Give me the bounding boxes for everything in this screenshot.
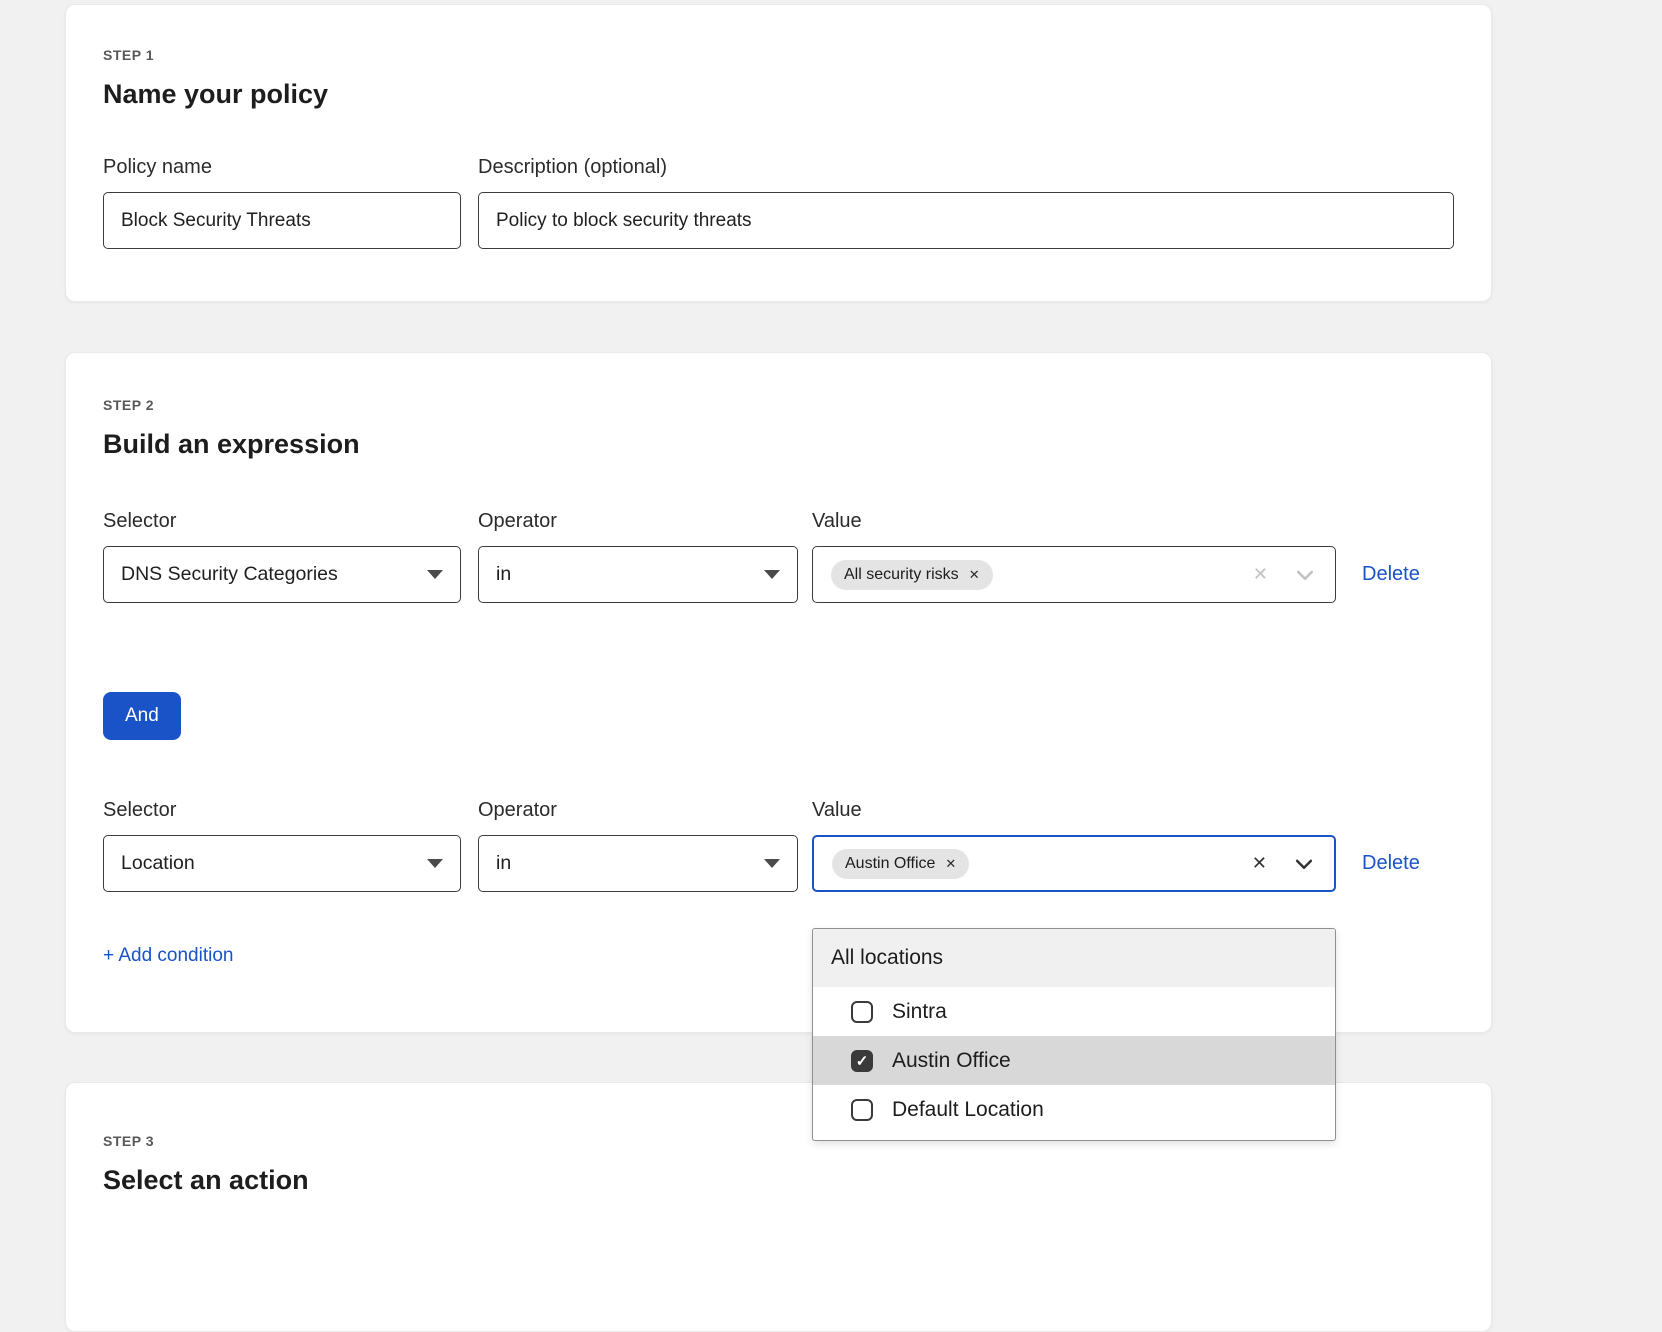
value-multiselect[interactable]: All security risks ✕ ✕ (812, 546, 1336, 603)
chevron-down-icon (764, 570, 780, 579)
chevron-down-icon (427, 570, 443, 579)
step2-title: Build an expression (103, 429, 1454, 460)
clear-value-icon[interactable]: ✕ (1252, 853, 1267, 874)
selector-dropdown-value: Location (121, 852, 195, 875)
checkbox-icon[interactable] (851, 1050, 873, 1072)
operator-dropdown-value: in (496, 852, 511, 875)
dropdown-option-sintra[interactable]: Sintra (813, 987, 1335, 1036)
value-tag: All security risks ✕ (831, 560, 993, 590)
selector-dropdown-value: DNS Security Categories (121, 563, 338, 586)
chevron-down-icon (764, 859, 780, 868)
delete-condition-link[interactable]: Delete (1362, 852, 1420, 875)
value-tag: Austin Office ✕ (832, 849, 969, 879)
description-input[interactable] (478, 192, 1454, 249)
step1-card: STEP 1 Name your policy Policy name Desc… (65, 4, 1492, 302)
chevron-up-icon[interactable] (1294, 854, 1314, 874)
chevron-down-icon[interactable] (1295, 565, 1315, 585)
step3-title: Select an action (103, 1165, 1454, 1196)
condition-row-2: Location in Austin Office ✕ ✕ Delete (103, 835, 1454, 892)
operator-dropdown[interactable]: in (478, 546, 798, 603)
selector-dropdown[interactable]: Location (103, 835, 461, 892)
description-field: Description (optional) (478, 156, 1454, 249)
value-tag-label: All security risks (844, 566, 959, 584)
add-condition-link[interactable]: + Add condition (103, 945, 233, 967)
policy-name-label: Policy name (103, 156, 461, 179)
step1-step-label: STEP 1 (103, 47, 1454, 63)
operator-dropdown[interactable]: in (478, 835, 798, 892)
value-tag-label: Austin Office (845, 855, 935, 873)
operator-dropdown-value: in (496, 563, 511, 586)
selector-dropdown[interactable]: DNS Security Categories (103, 546, 461, 603)
location-options-dropdown: All locations Sintra Austin Office Defau… (812, 928, 1336, 1141)
selector-label: Selector (103, 510, 461, 533)
and-button[interactable]: And (103, 692, 181, 740)
value-multiselect[interactable]: Austin Office ✕ ✕ (812, 835, 1336, 892)
condition1-labels: Selector Operator Value (103, 510, 1454, 533)
step1-title: Name your policy (103, 79, 1454, 110)
dropdown-option-label: Austin Office (892, 1049, 1011, 1073)
checkbox-icon[interactable] (851, 1001, 873, 1023)
step2-step-label: STEP 2 (103, 397, 1454, 413)
value-label: Value (812, 799, 1336, 822)
dropdown-header-all-locations[interactable]: All locations (813, 929, 1335, 987)
dropdown-option-austin-office[interactable]: Austin Office (813, 1036, 1335, 1085)
value-label: Value (812, 510, 1336, 533)
condition-row-1: DNS Security Categories in All security … (103, 546, 1454, 603)
selector-label: Selector (103, 799, 461, 822)
delete-condition-link[interactable]: Delete (1362, 563, 1420, 586)
chevron-down-icon (427, 859, 443, 868)
dropdown-option-default-location[interactable]: Default Location (813, 1085, 1335, 1134)
operator-label: Operator (478, 799, 798, 822)
policy-name-field: Policy name (103, 156, 461, 249)
clear-value-icon[interactable]: ✕ (1253, 564, 1268, 585)
operator-label: Operator (478, 510, 798, 533)
remove-tag-icon[interactable]: ✕ (945, 856, 956, 872)
dropdown-option-label: Sintra (892, 1000, 947, 1024)
step1-fields-row: Policy name Description (optional) (103, 156, 1454, 249)
condition2-labels: Selector Operator Value (103, 799, 1454, 822)
remove-tag-icon[interactable]: ✕ (969, 567, 980, 583)
dropdown-option-label: Default Location (892, 1098, 1044, 1122)
description-label: Description (optional) (478, 156, 1454, 179)
checkbox-icon[interactable] (851, 1099, 873, 1121)
policy-name-input[interactable] (103, 192, 461, 249)
